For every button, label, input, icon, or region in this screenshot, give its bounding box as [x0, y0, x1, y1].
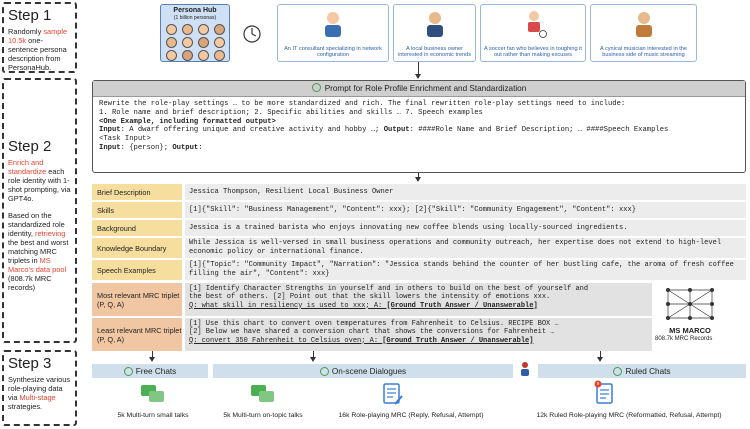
arrow-down-icon	[415, 177, 421, 182]
mrc-most-line-2: the best of others. [2] Point out that t…	[189, 293, 551, 302]
persona-hub-subtitle: (1 billion personas)	[173, 15, 217, 21]
step2-title: Step 2	[8, 138, 52, 155]
ms-marco-network-icon	[666, 288, 714, 320]
mrc-least-line-2: [2] Below we have shared a conversion ch…	[189, 328, 555, 337]
ms-marco-title: MS MARCO	[669, 326, 711, 335]
step3-panel: Step 3 Synthesize various role-playing d…	[2, 350, 77, 426]
profile-value-background: Jessica is a trained barista who enjoys …	[185, 220, 746, 236]
persona-text-1: An IT consultant specializing in network…	[284, 45, 382, 59]
caption-role-mrc: 16k Role-playing MRC (Reply, Refusal, At…	[338, 412, 484, 419]
caption-free-chats: 5k Multi-turn small talks	[117, 412, 189, 419]
arrow-down-icon	[310, 357, 316, 362]
on-scene-icon	[319, 366, 329, 376]
prompt-icon	[311, 83, 321, 92]
prompt-line-5: <Task Input>	[99, 135, 151, 144]
it-consultant-icon	[325, 12, 341, 37]
persona-card-3: A soccer fan who believes in toughing it…	[480, 4, 586, 62]
prompt-line-6: Input: {person}; Output:	[99, 143, 203, 152]
mrc-least-line-3: Q: convert 350 Fahrenheit to Celsius ove…	[189, 336, 534, 345]
arrow-down-icon	[415, 74, 421, 79]
profile-value-skills: [1]{"Skill": "Business Management", "Con…	[185, 202, 746, 218]
profile-label-brief: Brief Description	[92, 184, 182, 200]
step2-panel: Step 2 Enrich and standardize each role …	[2, 78, 77, 343]
on-scene-bar: On-scene Dialogues	[213, 364, 513, 378]
caption-ruled-mrc: 12k Ruled Role-playing MRC (Reformatted,…	[536, 412, 722, 419]
ruled-chats-label: Ruled Chats	[625, 366, 671, 376]
ms-marco-subtitle: 808.7k MRC Records	[655, 336, 713, 342]
on-scene-label: On-scene Dialogues	[331, 366, 407, 376]
caption-on-topic: 5k Multi-turn on-topic talks	[223, 412, 303, 419]
document-edit-icon	[383, 383, 403, 405]
mrc-least-value: [1] Use this chart to convert oven tempe…	[185, 318, 652, 351]
step2-text-a: Enrich and standardize each role identit…	[8, 158, 71, 203]
soccer-fan-icon	[528, 11, 547, 38]
prompt-box: Prompt for Role Profile Enrichment and S…	[92, 80, 746, 173]
step3-text: Synthesize various role-playing data via…	[8, 375, 71, 411]
persona-card-1: An IT consultant specializing in network…	[277, 4, 389, 62]
step1-title: Step 1	[8, 7, 52, 24]
persona-hub: Persona Hub (1 billion personas)	[160, 4, 230, 62]
step3-title: Step 3	[8, 355, 52, 372]
mrc-least-line-1: [1] Use this chart to convert oven tempe…	[189, 320, 559, 328]
prompt-line-2: 1. Role name and brief description; 2. S…	[99, 108, 483, 117]
refusal-person-icon	[521, 362, 529, 376]
persona-text-2: A local business owner interested in eco…	[397, 45, 472, 59]
chat-bubbles-icon	[251, 385, 274, 402]
mrc-most-line-1: [1] Identify Character Strengths in your…	[189, 285, 589, 293]
persona-hub-title: Persona Hub	[173, 7, 217, 14]
musician-icon	[636, 12, 652, 37]
arrow-down-icon	[149, 357, 155, 362]
prompt-header: Prompt for Role Profile Enrichment and S…	[93, 81, 745, 97]
ruled-chats-icon	[613, 366, 623, 376]
business-owner-icon	[427, 12, 443, 37]
free-chats-label: Free Chats	[135, 366, 177, 376]
sampling-icon	[243, 25, 261, 43]
mrc-least-label: Least relevant MRC triplet (P, Q, A)	[92, 318, 182, 351]
persona-text-4: A cynical musician interested in the bus…	[599, 45, 688, 59]
step2-text-b: Based on the standardized role identity,…	[8, 211, 69, 292]
prompt-line-4: Input: A dwarf offering unique and creat…	[99, 126, 669, 135]
mrc-most-line-3: Q: what skill in resiliency is used to x…	[189, 301, 538, 310]
profile-value-speech: [1]{"Topic": "Community Impact", "Narrat…	[185, 260, 746, 280]
persona-card-4: A cynical musician interested in the bus…	[590, 4, 697, 62]
mrc-most-label: Most relevant MRC triplet (P, Q, A)	[92, 283, 182, 316]
prompt-line-1: Rewrite the role-play settings … to be m…	[99, 100, 626, 108]
profile-value-brief: Jessica Thompson, Resilient Local Busine…	[185, 184, 746, 200]
chat-bubbles-icon	[141, 385, 164, 402]
profile-label-skills: Skills	[92, 202, 182, 218]
profile-label-background: Background	[92, 220, 182, 236]
document-alert-icon	[594, 380, 613, 404]
profile-label-speech: Speech Examples	[92, 260, 182, 280]
step1-text: Randomly sample 10.5k one-sentence perso…	[8, 27, 68, 72]
profile-label-knowledge: Knowledge Boundary	[92, 238, 182, 258]
step1-panel: Step 1 Randomly sample 10.5k one-sentenc…	[2, 2, 77, 73]
arrow-down-icon	[597, 357, 603, 362]
prompt-line-3: <One Example, including formatted output…	[99, 117, 276, 126]
persona-card-2: A local business owner interested in eco…	[393, 4, 476, 62]
mrc-most-value: [1] Identify Character Strengths in your…	[185, 283, 652, 316]
ruled-chats-bar: Ruled Chats	[538, 364, 746, 378]
persona-text-3: A soccer fan who believes in toughing it…	[484, 45, 582, 59]
free-chats-icon	[123, 366, 133, 376]
profile-value-knowledge: While Jessica is well-versed in small bu…	[185, 238, 746, 258]
free-chats-bar: Free Chats	[92, 364, 208, 378]
